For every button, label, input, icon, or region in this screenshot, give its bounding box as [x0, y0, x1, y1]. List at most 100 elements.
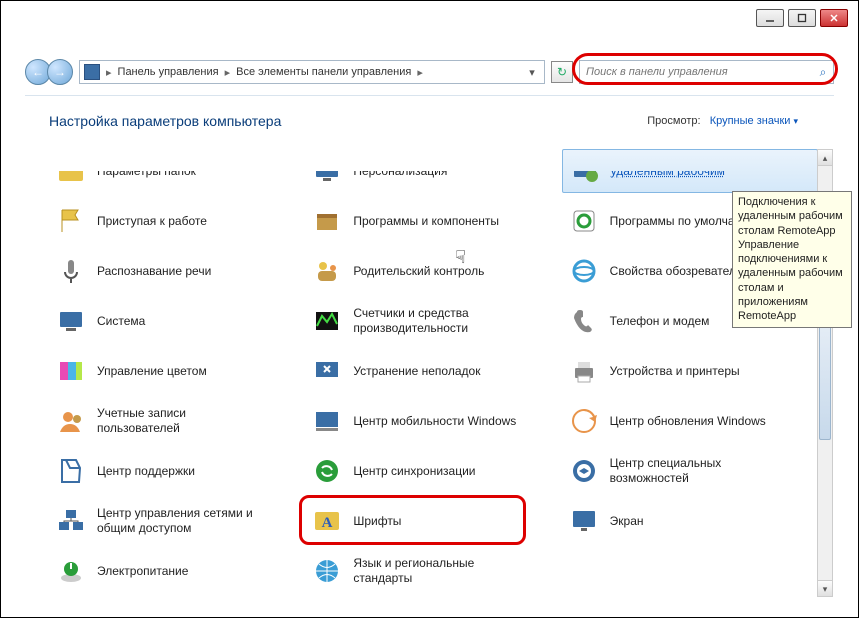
item-label: Устройства и принтеры: [610, 364, 740, 379]
search-icon: ⌕: [813, 65, 833, 80]
scroll-thumb[interactable]: [819, 310, 831, 440]
item-label: Система: [97, 314, 145, 329]
item-label: Центр специальных возможностей: [610, 456, 775, 486]
control-panel-item[interactable]: Устройства и принтеры: [562, 349, 818, 393]
control-panel-item[interactable]: Центр мобильности Windows: [305, 399, 561, 443]
item-label: Распознавание речи: [97, 264, 211, 279]
item-label: Язык и региональные стандарты: [353, 556, 518, 586]
control-panel-item[interactable]: Параметры папок: [49, 149, 305, 193]
folder-icon: [55, 155, 87, 187]
scroll-up-button[interactable]: ▴: [818, 150, 832, 166]
color-icon: [55, 355, 87, 387]
network-icon: [55, 505, 87, 537]
system-icon: [55, 305, 87, 337]
control-panel-item[interactable]: Система: [49, 299, 305, 343]
power-icon: [55, 555, 87, 587]
address-dropdown-icon[interactable]: ▾: [524, 66, 540, 79]
window-controls: [756, 9, 848, 27]
item-label: Центр обновления Windows: [610, 414, 766, 429]
tooltip-text: Подключения к удаленным рабочим столам R…: [738, 196, 843, 322]
arrow-left-icon: ←: [32, 65, 44, 79]
control-panel-item[interactable]: Язык и региональные стандарты: [305, 549, 561, 593]
breadcrumb-sep: ▸: [415, 66, 425, 79]
breadcrumb-2[interactable]: Все элементы панели управления: [236, 66, 411, 78]
search-input[interactable]: [580, 66, 813, 78]
item-label: Приступая к работе: [97, 214, 207, 229]
remote-icon: [569, 155, 601, 187]
item-label: Параметры папок: [97, 164, 196, 179]
item-label: Счетчики и средства производительности: [353, 306, 518, 336]
refresh-icon: ↻: [557, 65, 567, 79]
scroll-down-button[interactable]: ▾: [818, 580, 832, 596]
address-bar[interactable]: ▸ Панель управления ▸ Все элементы панел…: [79, 60, 545, 84]
item-label: Управление цветом: [97, 364, 207, 379]
perf-icon: [311, 305, 343, 337]
control-panel-item[interactable]: Центр управления сетями и общим доступом: [49, 499, 305, 543]
item-label: Центр мобильности Windows: [353, 414, 516, 429]
mobility-icon: [311, 405, 343, 437]
page-title: Настройка параметров компьютера: [49, 113, 281, 129]
defaults-icon: [568, 205, 600, 237]
view-value-link[interactable]: Крупные значки ▾: [710, 115, 798, 127]
item-label: Учетные записи пользователей: [97, 406, 262, 436]
forward-button[interactable]: →: [47, 59, 73, 85]
control-panel-item[interactable]: Центр специальных возможностей: [562, 449, 818, 493]
header-divider: [25, 95, 834, 96]
item-label: Родительский контроль: [353, 264, 484, 279]
ease-icon: [568, 455, 600, 487]
maximize-button[interactable]: [788, 9, 816, 27]
control-panel-item[interactable]: Центр синхронизации: [305, 449, 561, 493]
control-panel-item[interactable]: Родительский контроль: [305, 249, 561, 293]
svg-text:A: A: [322, 515, 333, 531]
action-icon: [55, 455, 87, 487]
item-label: Программы и компоненты: [353, 214, 499, 229]
display-icon: [568, 505, 600, 537]
control-panel-item[interactable]: AШрифты: [305, 499, 561, 543]
flag-icon: [55, 205, 87, 237]
items-region: Параметры папок Персонализация удаленным р…: [49, 149, 818, 597]
control-panel-icon: [84, 64, 100, 80]
family-icon: [311, 255, 343, 287]
view-label: Просмотр:: [647, 115, 700, 127]
ieopts-icon: [568, 255, 600, 287]
control-panel-item[interactable]: Счетчики и средства производительности: [305, 299, 561, 343]
breadcrumb-sep: ▸: [104, 66, 114, 79]
control-panel-item[interactable]: Центр обновления Windows: [562, 399, 818, 443]
refresh-button[interactable]: ↻: [551, 61, 573, 83]
trouble-icon: [311, 355, 343, 387]
control-panel-item[interactable]: Экран: [562, 499, 818, 543]
control-panel-item[interactable]: Управление цветом: [49, 349, 305, 393]
fonts-icon: A: [311, 505, 343, 537]
control-panel-item[interactable]: Учетные записи пользователей: [49, 399, 305, 443]
content-header: Настройка параметров компьютера Просмотр…: [49, 113, 798, 129]
minimize-button[interactable]: [756, 9, 784, 27]
item-label: Свойства обозревателя: [610, 264, 743, 279]
update-icon: [568, 405, 600, 437]
users-icon: [55, 405, 87, 437]
close-button[interactable]: [820, 9, 848, 27]
control-panel-item[interactable]: Персонализация: [305, 149, 561, 193]
item-label: Устранение неполадок: [353, 364, 480, 379]
arrow-right-icon: →: [54, 65, 66, 79]
item-label: Экран: [610, 514, 644, 529]
item-label: Персонализация: [353, 164, 447, 179]
chevron-down-icon: ▾: [793, 116, 798, 126]
breadcrumb-sep: ▸: [223, 66, 233, 79]
tooltip: Подключения к удаленным рабочим столам R…: [732, 191, 852, 328]
breadcrumb-1[interactable]: Панель управления: [118, 66, 219, 78]
control-panel-item[interactable]: Устранение неполадок: [305, 349, 561, 393]
control-panel-item[interactable]: Программы и компоненты: [305, 199, 561, 243]
control-panel-item[interactable]: Центр поддержки: [49, 449, 305, 493]
control-panel-item[interactable]: удаленным рабочим: [562, 149, 818, 193]
items-grid: Параметры папок Персонализация удаленным р…: [49, 149, 818, 593]
navigation-bar: ← → ▸ Панель управления ▸ Все элементы п…: [25, 57, 834, 87]
search-box[interactable]: ⌕: [579, 60, 834, 84]
item-label: Центр синхронизации: [353, 464, 475, 479]
control-panel-item[interactable]: Электропитание: [49, 549, 305, 593]
item-label: Телефон и модем: [610, 314, 710, 329]
item-label: Центр управления сетями и общим доступом: [97, 506, 262, 536]
control-panel-item[interactable]: Распознавание речи: [49, 249, 305, 293]
control-panel-item[interactable]: Приступая к работе: [49, 199, 305, 243]
monitor-icon: [311, 155, 343, 187]
item-label: Электропитание: [97, 564, 188, 579]
